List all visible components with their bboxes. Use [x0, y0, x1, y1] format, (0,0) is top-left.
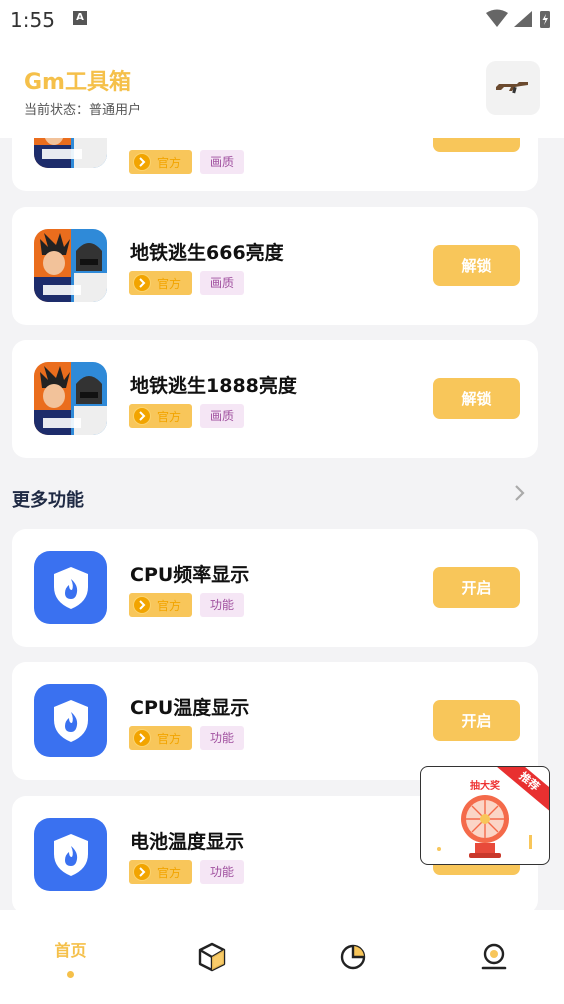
game-card: 地铁逃生1888亮度 官方 画质 解锁	[12, 340, 538, 458]
category-tag: 功能	[200, 593, 245, 617]
lottery-promo[interactable]: 抽大奖 推荐	[420, 766, 550, 865]
status-icons	[484, 9, 554, 33]
official-tag: 官方	[129, 404, 192, 428]
coin-icon	[133, 153, 151, 171]
feature-card: CPU温度显示 官方 功能 开启	[12, 662, 538, 780]
coin-icon	[133, 729, 151, 747]
unlock-button[interactable]	[433, 138, 520, 152]
card-tags: 官方 画质	[129, 150, 245, 174]
unlock-button[interactable]: 解锁	[433, 245, 520, 286]
category-tag: 画质	[200, 404, 245, 428]
official-tag: 官方	[129, 860, 192, 884]
section-title: 更多功能	[12, 490, 84, 511]
official-tag: 官方	[129, 593, 192, 617]
category-tag: 画质	[200, 150, 245, 174]
category-tag: 功能	[200, 860, 245, 884]
feature-card: CPU频率显示 官方 功能 开启	[12, 529, 538, 647]
coin-icon	[133, 863, 151, 881]
category-tag: 画质	[200, 271, 245, 295]
coin-icon	[133, 596, 151, 614]
card-title: CPU温度显示	[130, 697, 250, 719]
card-tags: 官方 功能	[129, 860, 245, 884]
weapon-icon-button[interactable]	[486, 61, 540, 115]
active-indicator	[67, 970, 74, 978]
shield-icon	[34, 818, 107, 891]
game-thumbnail	[34, 362, 107, 435]
game-card: 地铁逃生666亮度 官方 画质 解锁	[12, 207, 538, 325]
card-title: 电池温度显示	[130, 831, 245, 853]
nav-tools[interactable]	[141, 910, 282, 1004]
game-card: 官方 画质	[12, 138, 538, 191]
game-thumbnail	[34, 229, 107, 302]
enable-button[interactable]: 开启	[433, 567, 520, 608]
official-tag: 官方	[129, 271, 192, 295]
card-tags: 官方 功能	[129, 593, 245, 617]
nav-stats[interactable]	[282, 910, 423, 1004]
bottom-nav: 首页	[0, 910, 564, 1004]
official-tag: 官方	[129, 726, 192, 750]
coin-icon	[133, 274, 151, 292]
signal-icon	[514, 11, 532, 27]
box-icon	[198, 942, 225, 972]
chevron-right-icon[interactable]	[512, 483, 526, 507]
coin-icon	[133, 407, 151, 425]
card-title: 地铁逃生666亮度	[130, 242, 284, 264]
enable-button[interactable]: 开启	[433, 700, 520, 741]
card-tags: 官方 功能	[129, 726, 245, 750]
shield-icon	[34, 684, 107, 757]
app-header: Gm工具箱 当前状态：普通用户	[0, 38, 564, 138]
status-bar: 1:55 A	[0, 0, 564, 38]
notification-icon: A	[73, 11, 87, 25]
card-tags: 官方 画质	[129, 271, 245, 295]
nav-home-label: 首页	[54, 940, 87, 960]
official-tag: 官方	[129, 150, 192, 174]
unlock-button[interactable]: 解锁	[433, 378, 520, 419]
card-title: 地铁逃生1888亮度	[130, 375, 297, 397]
nav-profile[interactable]	[423, 910, 564, 1004]
nav-home[interactable]: 首页	[0, 910, 141, 1004]
user-status: 当前状态：普通用户	[24, 103, 142, 118]
app-title: Gm工具箱	[24, 70, 131, 95]
pie-chart-icon	[340, 944, 365, 970]
shield-icon	[34, 551, 107, 624]
category-tag: 功能	[200, 726, 245, 750]
wifi-icon	[486, 9, 508, 27]
card-tags: 官方 画质	[129, 404, 245, 428]
card-title: CPU频率显示	[130, 564, 250, 586]
prize-wheel-icon	[461, 795, 509, 858]
user-icon	[481, 943, 506, 970]
clock: 1:55	[10, 8, 55, 32]
game-thumbnail	[34, 138, 107, 168]
rifle-icon	[496, 82, 528, 94]
